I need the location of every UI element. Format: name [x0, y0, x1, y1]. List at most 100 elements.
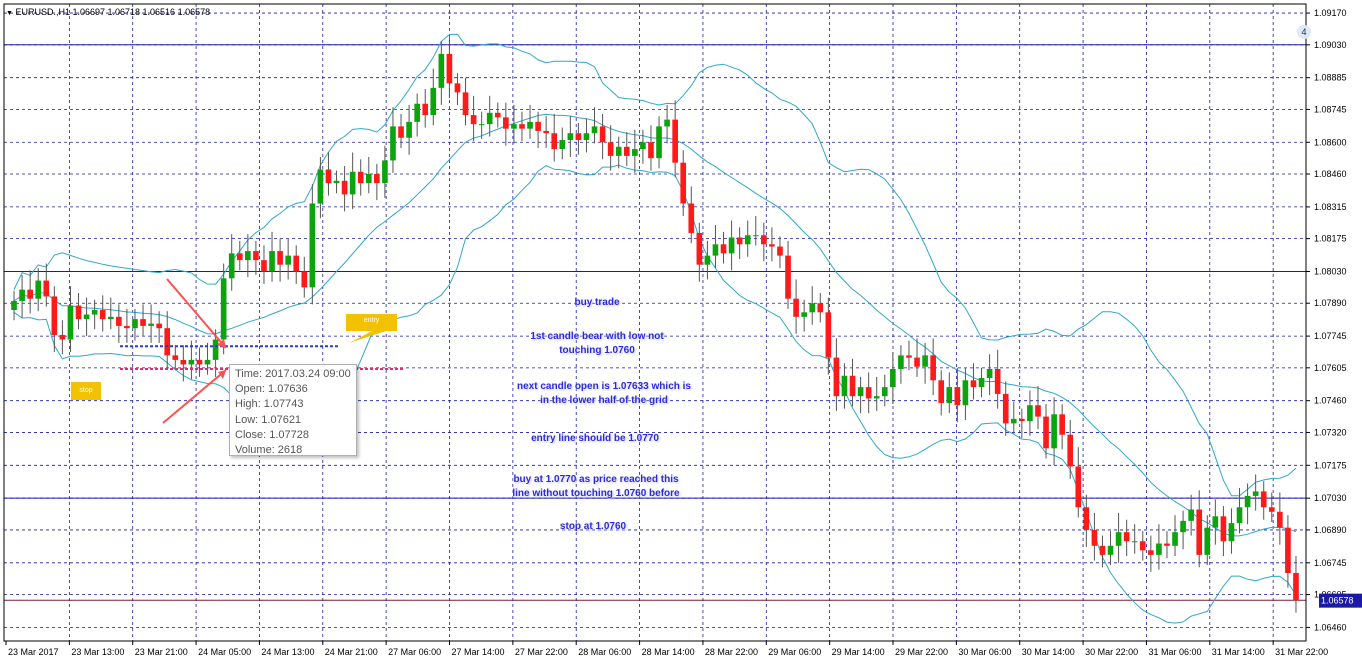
time-tick-label: 23 Mar 13:00	[71, 647, 124, 657]
candle-body	[172, 355, 179, 360]
candle-body	[994, 368, 1001, 394]
candle-body	[35, 280, 42, 299]
candle-body	[1099, 545, 1106, 555]
candle-body	[132, 319, 138, 329]
candle-body	[696, 232, 703, 265]
candle-body	[656, 126, 662, 159]
candlestick-chart[interactable]: 1.09170 1.09030 1.08885 1.08745 1.08600 1.084…	[0, 0, 1362, 664]
arrow-down-right[interactable]	[166, 278, 227, 349]
price-tick-label: 1.07605	[1314, 363, 1347, 373]
chart-number-badge: 4	[1297, 25, 1311, 39]
candle-body	[1172, 532, 1178, 546]
candle-body	[220, 278, 227, 340]
candle-body	[91, 310, 98, 315]
annotation-next-candle[interactable]: next candle open is 1.07633 which is in t…	[517, 380, 691, 408]
candle-body	[664, 119, 670, 127]
candle-body	[180, 359, 187, 365]
candle-body	[632, 149, 638, 156]
candle-body	[736, 237, 743, 245]
candle-body	[1277, 511, 1283, 528]
time-tick-label: 23 Mar 2017	[8, 647, 59, 657]
candle-body	[519, 124, 525, 129]
time-tick-label: 31 Mar 14:00	[1212, 647, 1265, 657]
candle-body	[285, 255, 291, 265]
annotation-buy-trade[interactable]: buy trade	[574, 296, 619, 310]
annotation-first-candle[interactable]: 1st candle bear with low not touching 1.0…	[530, 330, 663, 358]
stop-tag[interactable]: stop	[71, 382, 101, 400]
candle-body	[1067, 434, 1074, 467]
time-tick-label: 28 Mar 06:00	[578, 647, 631, 657]
candle-body	[1212, 516, 1219, 528]
price-tick-label: 1.09170	[1314, 8, 1347, 18]
price-tick-label: 1.07030	[1314, 493, 1347, 503]
annotation-line: next candle open is 1.07633 which is	[517, 381, 691, 392]
candle-body	[309, 203, 316, 288]
price-tick-label: 1.07745	[1314, 331, 1347, 341]
candle-body	[51, 296, 58, 335]
candle-body	[1236, 507, 1243, 524]
time-tick-label: 29 Mar 22:00	[895, 647, 948, 657]
annotation-stop-at[interactable]: stop at 1.0760	[560, 520, 626, 534]
candle-body	[720, 244, 727, 254]
candle-body	[623, 146, 630, 156]
price-tick-label: 1.08885	[1314, 73, 1347, 83]
candle-body	[374, 174, 380, 184]
chart-title: ▼ EURUSD.,H1 1.06697 1.06718 1.06516 1.0…	[6, 7, 210, 17]
candle-body	[1059, 414, 1065, 435]
candle-body	[914, 357, 920, 367]
candle-body	[1285, 527, 1291, 573]
candle-body	[236, 253, 243, 261]
tooltip-high: High: 1.07743	[235, 398, 304, 411]
time-tick-label: 31 Mar 22:00	[1275, 647, 1328, 657]
candle-body	[1027, 405, 1033, 422]
candle-body	[898, 355, 904, 369]
candle-body	[67, 305, 74, 340]
candle-body	[769, 244, 775, 247]
tooltip-open: Open: 1.07636	[235, 383, 308, 396]
time-tick-label: 30 Mar 14:00	[1022, 647, 1075, 657]
annotation-buy-at[interactable]: buy at 1.0770 as price reached this line …	[512, 473, 679, 501]
collapse-triangle-icon[interactable]: ▼	[6, 10, 13, 17]
arrow-up-right[interactable]	[162, 369, 227, 424]
chart-window[interactable]: 1.09170 1.09030 1.08885 1.08745 1.08600 1.084…	[0, 0, 1362, 664]
horizontal-lines[interactable]	[4, 44, 1306, 601]
candle-body	[99, 310, 106, 320]
candle-body	[1268, 507, 1275, 512]
time-tick-label: 28 Mar 22:00	[705, 647, 758, 657]
candle-body	[672, 119, 678, 163]
annotation-entry-line[interactable]: entry line should be 1.0770	[531, 432, 659, 446]
candle-body	[849, 375, 856, 397]
axes: 1.09170 1.09030 1.08885 1.08745 1.08600 1.084…	[3, 3, 1362, 657]
candle-body	[930, 355, 936, 381]
candle-body	[1204, 527, 1211, 555]
candle-body	[478, 124, 485, 126]
candle-body	[245, 251, 251, 261]
candle-body	[865, 387, 872, 399]
candle-body	[204, 359, 211, 365]
candle-body	[1139, 541, 1146, 551]
price-tick-label: 1.09030	[1314, 40, 1347, 50]
candle-body	[1180, 520, 1186, 533]
candle-body	[744, 235, 751, 245]
entry-tag[interactable]: entry	[346, 314, 397, 331]
candle-body	[1244, 495, 1251, 508]
time-tick-label: 30 Mar 06:00	[958, 647, 1011, 657]
candle-body	[333, 180, 340, 184]
time-tick-label: 29 Mar 14:00	[832, 647, 885, 657]
candle-body	[382, 160, 388, 184]
candle-body	[511, 124, 517, 129]
price-tick-label: 1.08745	[1314, 104, 1347, 114]
candle-body	[970, 380, 977, 388]
candle-body	[116, 316, 122, 326]
candle-body	[825, 312, 832, 358]
entry-tag-pointer	[349, 331, 386, 343]
candle-body	[841, 375, 848, 397]
candle-body	[365, 174, 372, 184]
candle-body	[567, 133, 574, 141]
candle-body	[1107, 545, 1114, 555]
candle-tooltip: Time: 2017.03.24 09:00 Open: 1.07636 Hig…	[229, 364, 357, 456]
candle-body	[1019, 418, 1025, 422]
candle-body	[293, 255, 300, 272]
candle-body	[277, 251, 283, 265]
candle-body	[422, 103, 429, 116]
